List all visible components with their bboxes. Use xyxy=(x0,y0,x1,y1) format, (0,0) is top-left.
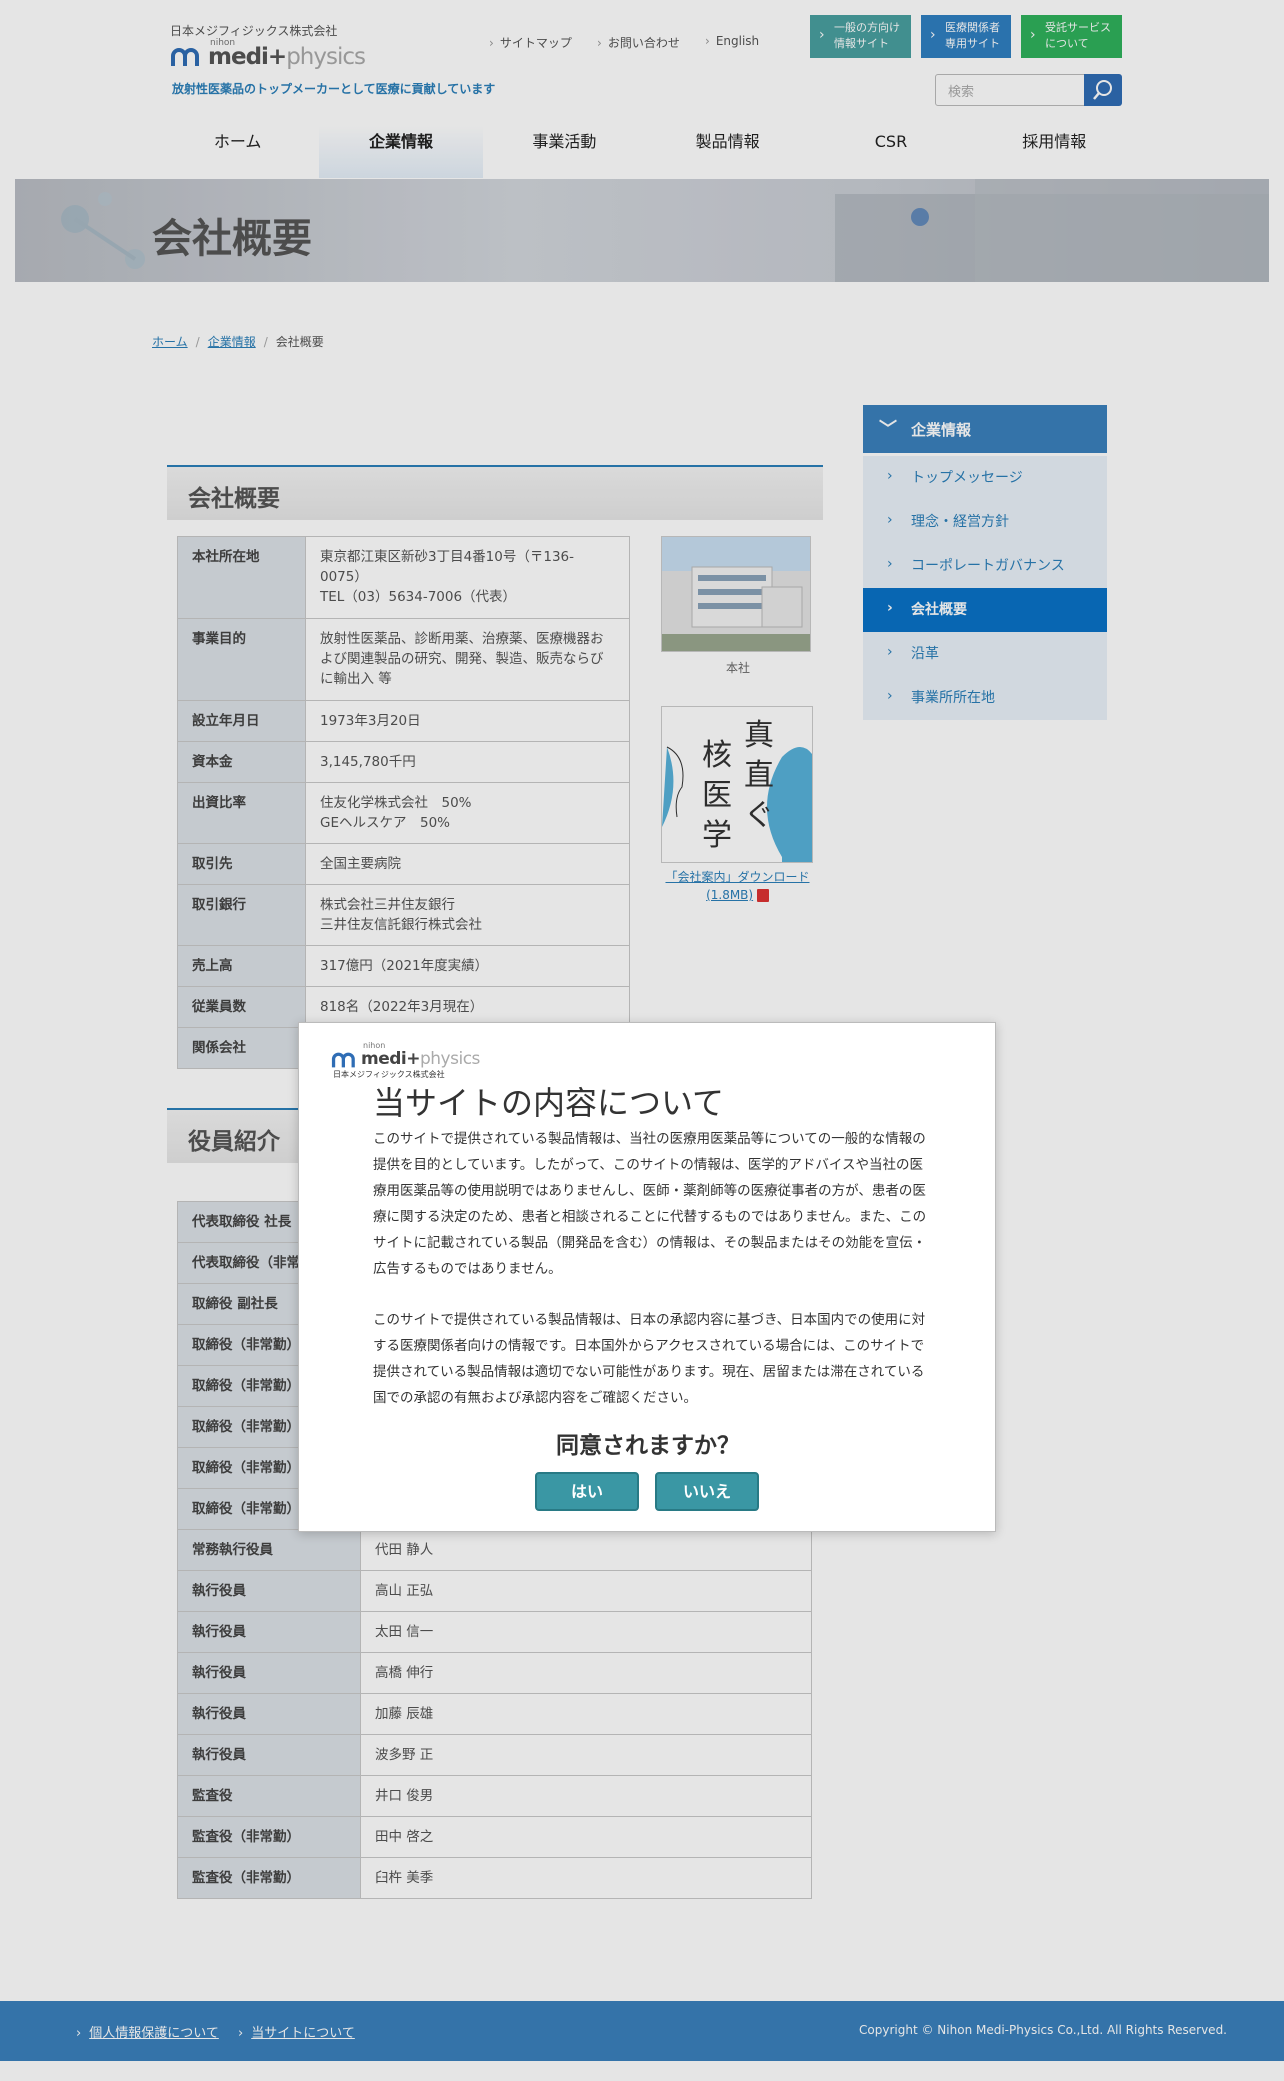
modal-question: 同意されますか？ xyxy=(556,1433,740,1459)
modal-paragraph-1: このサイトで提供されている製品情報は、当社の医療用医薬品等についての一般的な情報… xyxy=(373,1131,927,1277)
modal-paragraph-2: このサイトで提供されている製品情報は、日本の承認内容に基づき、日本国内での使用に… xyxy=(373,1312,926,1406)
modal-title: 当サイトの内容について xyxy=(373,1084,725,1122)
agree-no-button[interactable]: いいえ xyxy=(655,1472,759,1511)
disclaimer-modal: nihon medi+physics 日本メジフィジックス株式会社 当サイトの内… xyxy=(298,1022,996,1532)
agree-yes-button[interactable]: はい xyxy=(535,1472,639,1511)
modal-logo-wordmark: medi+physics xyxy=(361,1049,480,1069)
logo-physics: physics xyxy=(419,1049,480,1069)
logo-medi: medi+ xyxy=(361,1049,420,1069)
logo-mark-icon xyxy=(331,1052,355,1068)
